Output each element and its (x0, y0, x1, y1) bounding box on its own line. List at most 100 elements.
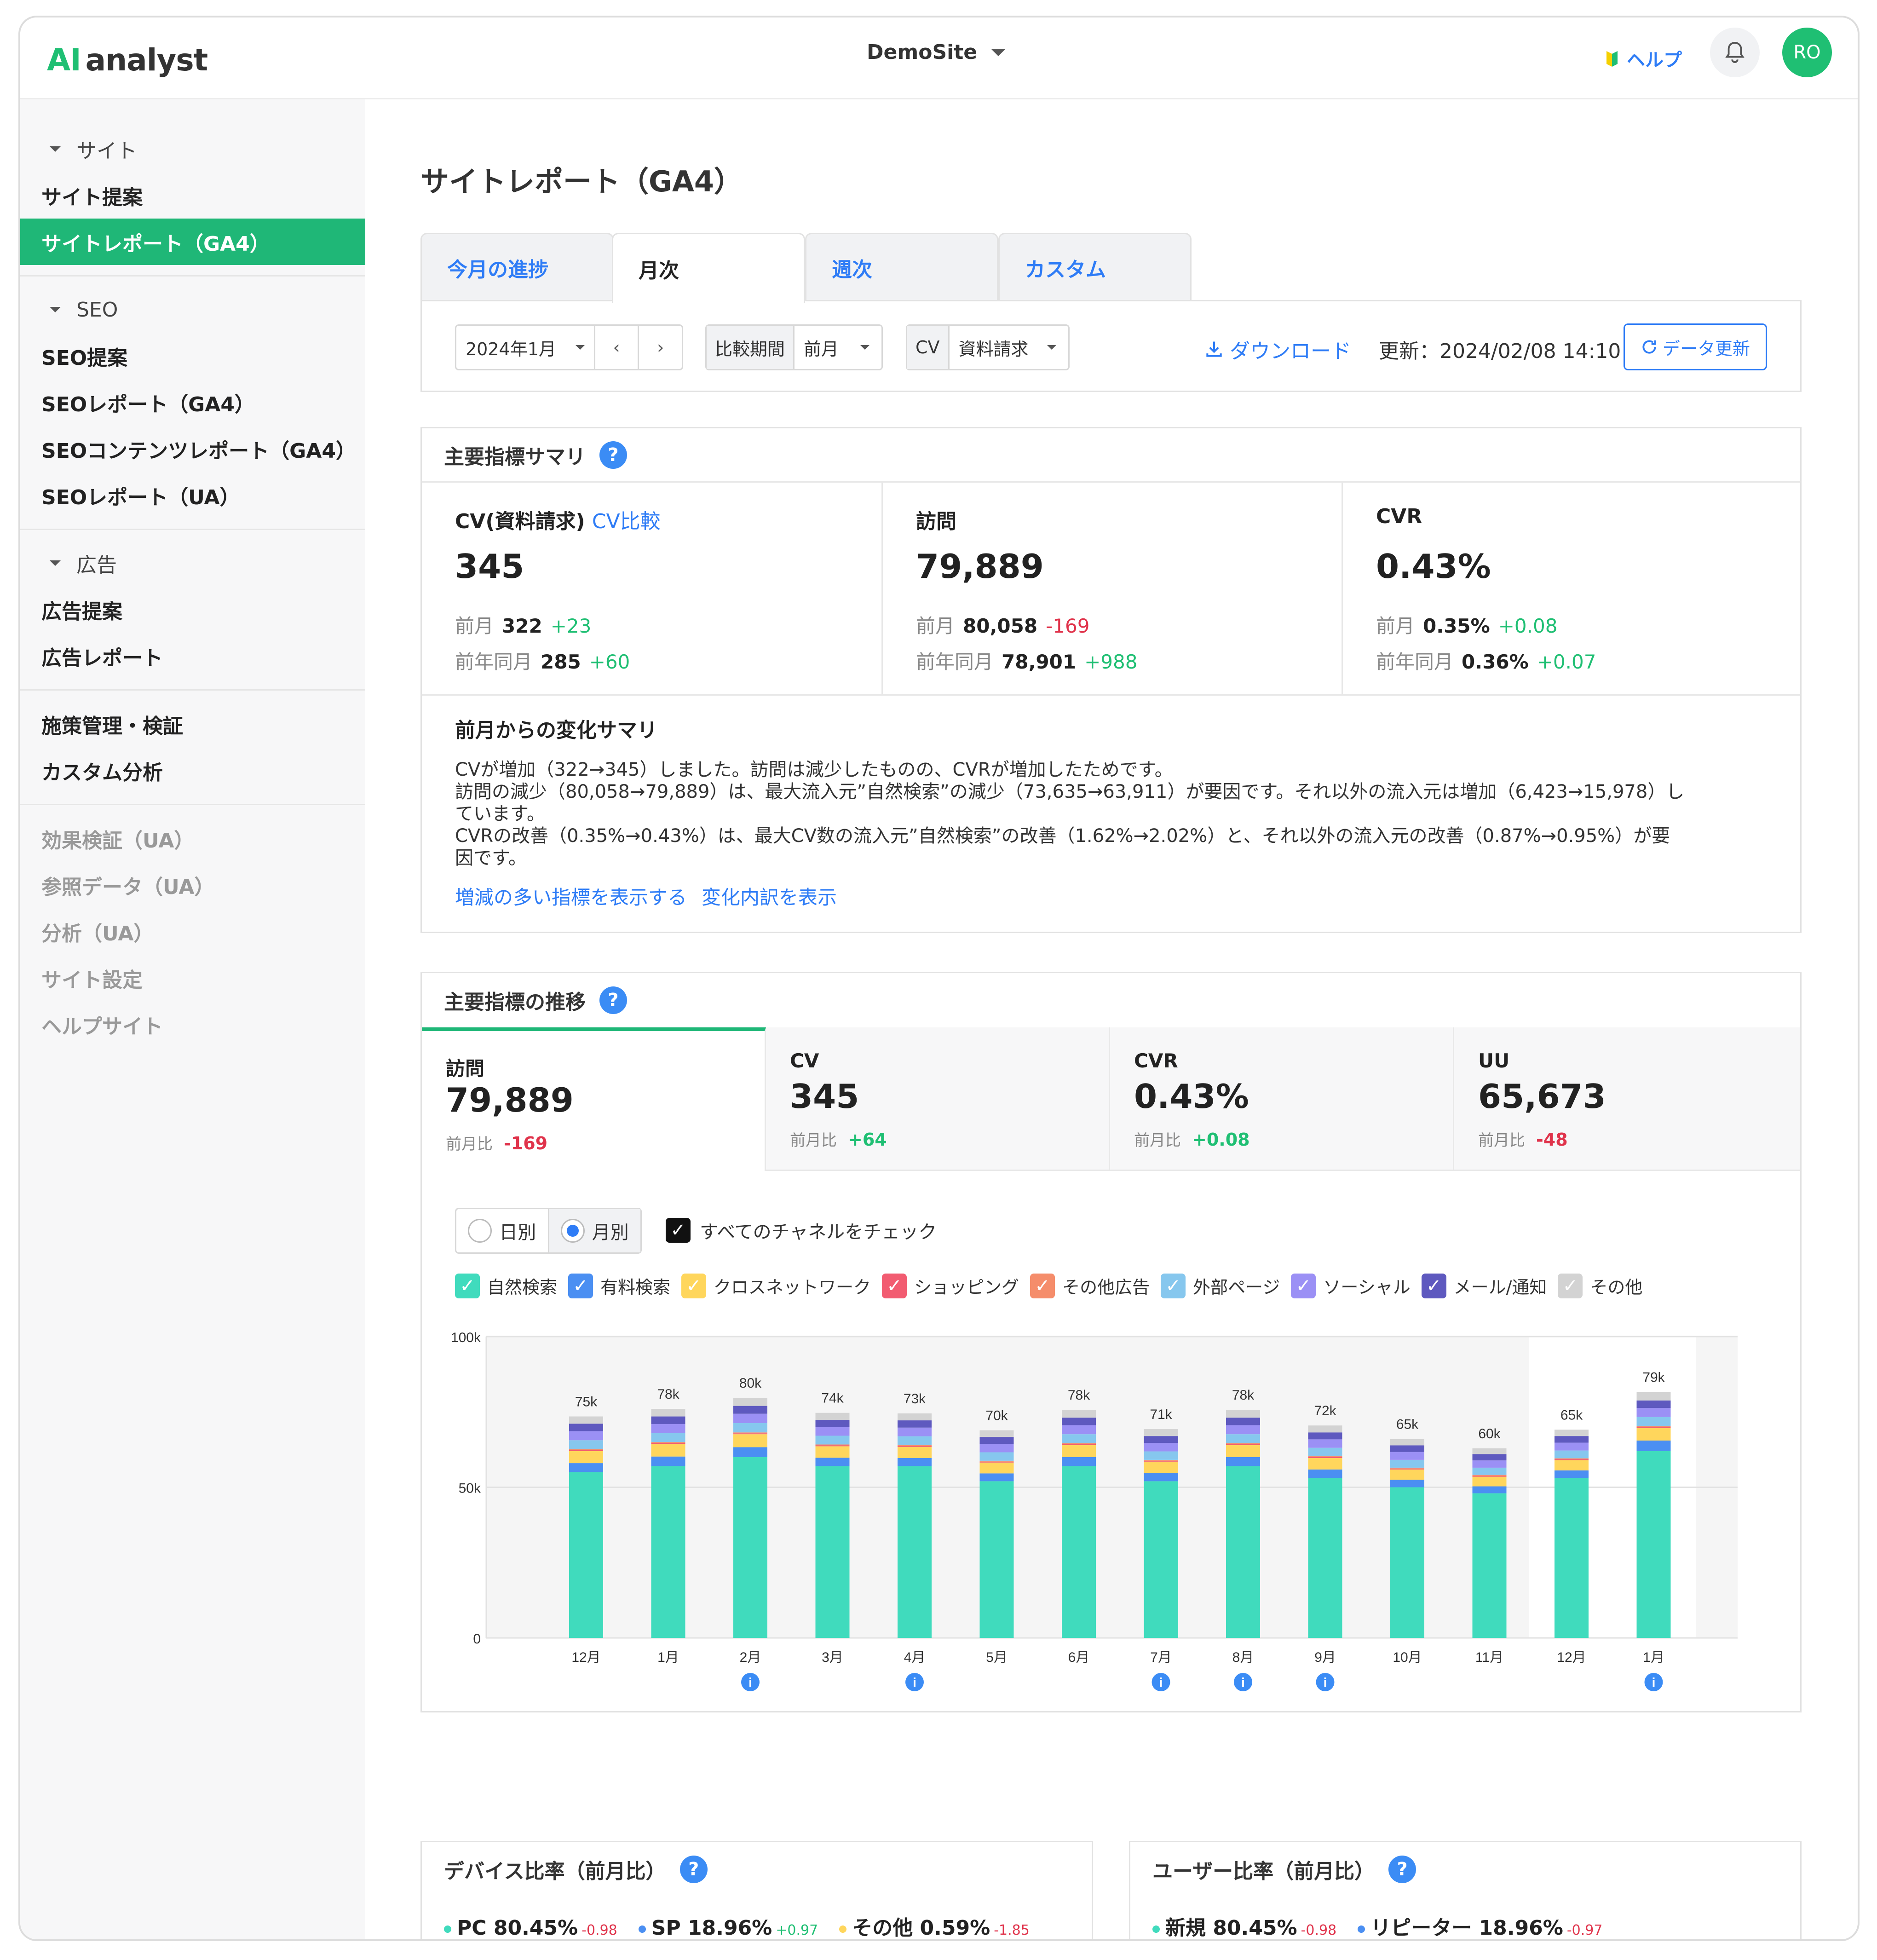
sidebar-item-seo-proposal[interactable]: SEO提案 (20, 333, 365, 379)
sidebar-item-custom-analysis[interactable]: カスタム分析 (20, 747, 365, 794)
legend-label: ショッピング (914, 1277, 1019, 1297)
show-changed-metrics-link[interactable]: 増減の多い指標を表示する (455, 882, 687, 910)
sidebar-group-seo[interactable]: SEO (41, 287, 344, 333)
sidebar-item-seo-report-ga4[interactable]: SEOレポート（GA4） (20, 379, 365, 426)
report-tabs: 今月の進捗 月次 週次 カスタム (420, 233, 1801, 303)
legend-item[interactable]: ✓ 有料検索 (568, 1273, 670, 1298)
bar-segment (1472, 1460, 1507, 1468)
updated-timestamp: 更新：2024/02/08 14:10 (1379, 340, 1621, 363)
bar-segment (1636, 1400, 1671, 1408)
change-summary: 前月からの変化サマリ CVが増加（322→345）しました。訪問は減少したものの… (455, 714, 1773, 910)
refresh-data-button[interactable]: データ更新 (1624, 323, 1767, 370)
sidebar-item-seo-content-report[interactable]: SEOコンテンツレポート（GA4） (20, 426, 365, 472)
legend-item[interactable]: ✓ 自然検索 (455, 1273, 557, 1298)
x-tick-label: 11月 (1475, 1650, 1503, 1665)
bar-segment (815, 1419, 850, 1427)
change-summary-title: 前月からの変化サマリ (455, 719, 657, 742)
kpi-value: 0.43% (1376, 547, 1491, 586)
tab-weekly[interactable]: 週次 (805, 233, 998, 301)
help-link[interactable]: ヘルプ (1606, 45, 1682, 72)
legend-dot-icon (1358, 1925, 1365, 1933)
cv-select[interactable]: CV 資料請求 (906, 324, 1070, 370)
tab-custom[interactable]: カスタム (998, 233, 1192, 301)
kpi-yoy: 前年同月 78,901 +988 (916, 651, 1138, 673)
bar-segment (733, 1457, 767, 1638)
legend-item[interactable]: ✓ 外部ページ (1161, 1273, 1280, 1298)
monthly-option[interactable]: 月別 (547, 1209, 640, 1252)
site-selector[interactable]: DemoSite (867, 40, 1006, 64)
bar-segment (569, 1472, 603, 1638)
check-all-channels[interactable]: ✓ すべてのチャネルをチェック (666, 1217, 937, 1244)
tab-progress[interactable]: 今月の進捗 (420, 233, 614, 301)
metric-tab-uu[interactable]: UU 65,673 前月比 -48 (1454, 1027, 1800, 1171)
bar-segment (1062, 1425, 1096, 1435)
sidebar-item-ad-proposal[interactable]: 広告提案 (20, 586, 365, 633)
share-item: その他 0.59% -1.85 (839, 1911, 1030, 1939)
bar-segment (1390, 1445, 1424, 1452)
month-select[interactable]: 2024年1月 (456, 335, 594, 360)
bar-segment (898, 1436, 932, 1445)
bar-segment (1144, 1459, 1178, 1461)
info-icon-glyph: i (1159, 1675, 1163, 1689)
legend-item[interactable]: ✓ メール/通知 (1421, 1273, 1547, 1298)
bar-total-label: 80k (739, 1376, 762, 1391)
bar-segment (1472, 1476, 1507, 1477)
sidebar-item-effect-ua[interactable]: 効果検証（UA） (20, 815, 365, 862)
user-avatar[interactable]: RO (1782, 28, 1832, 77)
show-breakdown-link[interactable]: 変化内訳を表示 (702, 882, 837, 910)
chevron-down-icon (991, 48, 1006, 56)
card-title: 主要指標サマリ (444, 445, 586, 469)
ai-analyst-logo[interactable]: AI analyst (47, 42, 208, 78)
sidebar-item-site-proposal[interactable]: サイト提案 (20, 172, 365, 219)
legend-dot-icon (638, 1925, 646, 1933)
info-icon-glyph: i (1324, 1675, 1327, 1689)
legend-item[interactable]: ✓ ショッピング (882, 1273, 1019, 1298)
question-icon[interactable]: ? (599, 986, 627, 1014)
refresh-icon (1642, 340, 1656, 354)
next-month-button[interactable]: › (638, 326, 682, 369)
sidebar-item-help-site[interactable]: ヘルプサイト (20, 1001, 365, 1048)
bar-segment (1636, 1428, 1671, 1441)
sidebar-group-ad[interactable]: 広告 (41, 540, 344, 586)
legend-item[interactable]: ✓ その他広告 (1030, 1273, 1150, 1298)
kpi-value: 345 (455, 547, 524, 586)
compare-period-select[interactable]: 比較期間 前月 (705, 324, 883, 370)
tab-monthly[interactable]: 月次 (612, 233, 805, 303)
bar-segment (1062, 1445, 1096, 1457)
sidebar-item-analysis-ua[interactable]: 分析（UA） (20, 908, 365, 955)
sidebar-group-site[interactable]: サイト (41, 126, 344, 172)
bar-segment (1555, 1442, 1589, 1451)
caret-down-icon (50, 560, 61, 566)
cv-compare-link[interactable]: CV比較 (592, 510, 661, 533)
question-icon[interactable]: ? (679, 1856, 708, 1883)
question-icon[interactable]: ? (1388, 1856, 1416, 1883)
bar-total-label: 72k (1314, 1403, 1336, 1418)
notification-button[interactable] (1710, 28, 1760, 77)
daily-option[interactable]: 日別 (456, 1209, 548, 1252)
metric-tab-cvr[interactable]: CVR 0.43% 前月比 +0.08 (1110, 1027, 1454, 1171)
sidebar-item-ref-ua[interactable]: 参照データ（UA） (20, 862, 365, 908)
sidebar-item-site-report[interactable]: サイトレポート（GA4） (20, 219, 365, 265)
sidebar-item-settings[interactable]: サイト設定 (20, 955, 365, 1001)
legend-item[interactable]: ✓ ソーシャル (1291, 1273, 1411, 1298)
info-icon-glyph: i (913, 1675, 916, 1689)
metric-tab-visits[interactable]: 訪問 79,889 前月比 -169 (422, 1027, 766, 1171)
kpi-prev: 前月 322 +23 (455, 615, 592, 637)
download-icon (1206, 341, 1222, 357)
legend-item[interactable]: ✓ クロスネットワーク (681, 1273, 871, 1298)
legend-item[interactable]: ✓ その他 (1558, 1273, 1642, 1298)
sidebar-item-measures[interactable]: 施策管理・検証 (20, 701, 365, 747)
compare-value: 前月 (804, 339, 839, 359)
bar-segment (815, 1458, 850, 1466)
channel-legend: ✓ 自然検索 ✓ 有料検索 ✓ クロスネットワーク ✓ ショッピング ✓ その他広告 ✓ 外部ページ ✓… (455, 1273, 1642, 1298)
metric-tab-cv[interactable]: CV 345 前月比 +64 (766, 1027, 1110, 1171)
sidebar-item-seo-report-ua[interactable]: SEOレポート（UA） (20, 472, 365, 519)
bar-segment (651, 1442, 685, 1443)
bar-segment (1636, 1417, 1671, 1426)
bar-segment (1308, 1458, 1342, 1470)
prev-month-button[interactable]: ‹ (593, 326, 638, 369)
question-icon[interactable]: ? (599, 441, 627, 469)
bar-segment (898, 1413, 932, 1421)
download-link[interactable]: ダウンロード (1204, 334, 1351, 364)
sidebar-item-ad-report[interactable]: 広告レポート (20, 633, 365, 679)
